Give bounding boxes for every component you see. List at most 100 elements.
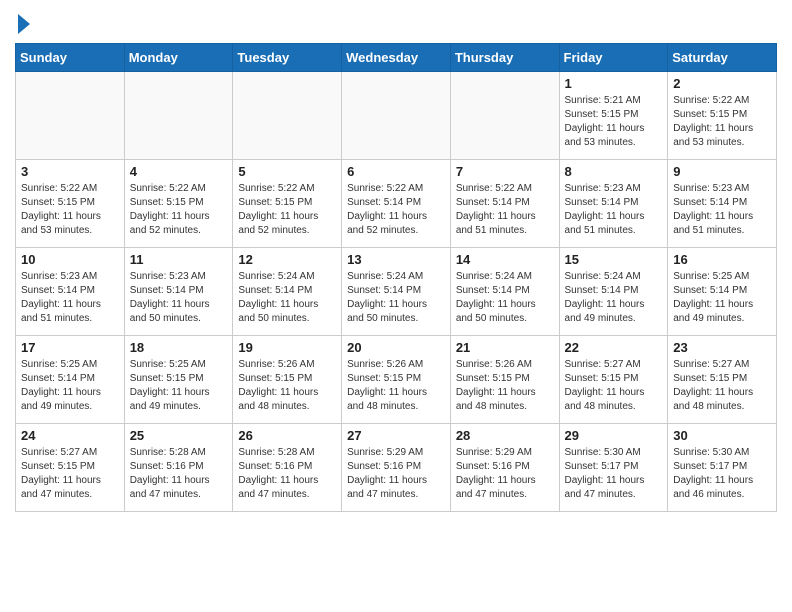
day-number: 11 [130,252,228,267]
day-info: Sunrise: 5:22 AMSunset: 5:15 PMDaylight:… [673,94,771,150]
day-number: 28 [456,428,554,443]
day-number: 19 [238,340,336,355]
day-info: Sunrise: 5:25 AMSunset: 5:14 PMDaylight:… [21,358,119,414]
day-number: 9 [673,164,771,179]
calendar-cell: 28 Sunrise: 5:29 AMSunset: 5:16 PMDayligh… [450,423,559,511]
day-number: 6 [347,164,445,179]
day-number: 23 [673,340,771,355]
calendar-cell: 18Sunrise: 5:25 AMSunset: 5:15 PMDayligh… [124,335,233,423]
calendar-cell: 14 Sunrise: 5:24 AMSunset: 5:14 PMDayligh… [450,247,559,335]
day-info: Sunrise: 5:26 AMSunset: 5:15 PMDaylight:… [456,358,554,414]
calendar-cell: 30 Sunrise: 5:30 AMSunset: 5:17 PMDayligh… [668,423,777,511]
weekday-header-tuesday: Tuesday [233,43,342,71]
day-number: 29 [565,428,663,443]
day-number: 26 [238,428,336,443]
calendar-cell: 4 Sunrise: 5:22 AMSunset: 5:15 PMDaylight… [124,159,233,247]
day-info: Sunrise: 5:23 AMSunset: 5:14 PMDaylight:… [673,182,771,238]
calendar-table: SundayMondayTuesdayWednesdayThursdayFrid… [15,43,777,512]
day-number: 16 [673,252,771,267]
day-info: Sunrise: 5:27 AMSunset: 5:15 PMDaylight:… [565,358,663,414]
logo [15,15,30,35]
day-info: Sunrise: 5:24 AMSunset: 5:14 PMDaylight:… [456,270,554,326]
day-number: 7 [456,164,554,179]
week-row-1: 1 Sunrise: 5:21 AMSunset: 5:15 PMDaylight… [16,71,777,159]
week-row-3: 10 Sunrise: 5:23 AMSunset: 5:14 PMDayligh… [16,247,777,335]
day-number: 21 [456,340,554,355]
day-number: 24 [21,428,119,443]
day-number: 25 [130,428,228,443]
day-number: 27 [347,428,445,443]
calendar-cell: 22 Sunrise: 5:27 AMSunset: 5:15 PMDayligh… [559,335,668,423]
page: SundayMondayTuesdayWednesdayThursdayFrid… [0,0,792,527]
day-info: Sunrise: 5:23 AMSunset: 5:14 PMDaylight:… [130,270,228,326]
day-info: Sunrise: 5:26 AMSunset: 5:15 PMDaylight:… [238,358,336,414]
calendar-cell: 24 Sunrise: 5:27 AMSunset: 5:15 PMDayligh… [16,423,125,511]
day-info: Sunrise: 5:23 AMSunset: 5:14 PMDaylight:… [21,270,119,326]
logo-area [15,10,30,35]
calendar-cell: 7 Sunrise: 5:22 AMSunset: 5:14 PMDaylight… [450,159,559,247]
day-info: Sunrise: 5:27 AMSunset: 5:15 PMDaylight:… [21,446,119,502]
calendar-cell [342,71,451,159]
day-number: 10 [21,252,119,267]
day-number: 30 [673,428,771,443]
calendar-cell [16,71,125,159]
weekday-header-sunday: Sunday [16,43,125,71]
day-number: 5 [238,164,336,179]
day-number: 12 [238,252,336,267]
calendar-cell [450,71,559,159]
calendar-cell: 29 Sunrise: 5:30 AMSunset: 5:17 PMDayligh… [559,423,668,511]
week-row-5: 24 Sunrise: 5:27 AMSunset: 5:15 PMDayligh… [16,423,777,511]
day-info: Sunrise: 5:22 AMSunset: 5:15 PMDaylight:… [130,182,228,238]
logo-icon [18,14,30,34]
day-info: Sunrise: 5:21 AMSunset: 5:15 PMDaylight:… [565,94,663,150]
day-number: 2 [673,76,771,91]
day-number: 22 [565,340,663,355]
day-info: Sunrise: 5:22 AMSunset: 5:14 PMDaylight:… [347,182,445,238]
day-info: Sunrise: 5:30 AMSunset: 5:17 PMDaylight:… [673,446,771,502]
header [15,10,777,35]
day-info: Sunrise: 5:25 AMSunset: 5:14 PMDaylight:… [673,270,771,326]
day-number: 20 [347,340,445,355]
day-number: 17 [21,340,119,355]
day-info: Sunrise: 5:28 AMSunset: 5:16 PMDaylight:… [130,446,228,502]
day-number: 1 [565,76,663,91]
calendar-cell: 10 Sunrise: 5:23 AMSunset: 5:14 PMDayligh… [16,247,125,335]
weekday-header-thursday: Thursday [450,43,559,71]
calendar-cell: 17 Sunrise: 5:25 AMSunset: 5:14 PMDayligh… [16,335,125,423]
week-row-4: 17 Sunrise: 5:25 AMSunset: 5:14 PMDayligh… [16,335,777,423]
weekday-header-friday: Friday [559,43,668,71]
calendar-cell: 23 Sunrise: 5:27 AMSunset: 5:15 PMDayligh… [668,335,777,423]
week-row-2: 3 Sunrise: 5:22 AMSunset: 5:15 PMDaylight… [16,159,777,247]
day-info: Sunrise: 5:29 AMSunset: 5:16 PMDaylight:… [347,446,445,502]
calendar-cell: 15Sunrise: 5:24 AMSunset: 5:14 PMDayligh… [559,247,668,335]
day-info: Sunrise: 5:27 AMSunset: 5:15 PMDaylight:… [673,358,771,414]
calendar-cell: 16 Sunrise: 5:25 AMSunset: 5:14 PMDayligh… [668,247,777,335]
calendar-cell: 26 Sunrise: 5:28 AMSunset: 5:16 PMDayligh… [233,423,342,511]
day-info: Sunrise: 5:22 AMSunset: 5:14 PMDaylight:… [456,182,554,238]
calendar-cell [233,71,342,159]
calendar-cell: 20 Sunrise: 5:26 AMSunset: 5:15 PMDayligh… [342,335,451,423]
day-number: 14 [456,252,554,267]
calendar-cell: 19 Sunrise: 5:26 AMSunset: 5:15 PMDayligh… [233,335,342,423]
day-number: 3 [21,164,119,179]
calendar-cell: 5Sunrise: 5:22 AMSunset: 5:15 PMDaylight… [233,159,342,247]
day-info: Sunrise: 5:29 AMSunset: 5:16 PMDaylight:… [456,446,554,502]
calendar-cell: 1 Sunrise: 5:21 AMSunset: 5:15 PMDaylight… [559,71,668,159]
day-number: 13 [347,252,445,267]
calendar-cell: 9 Sunrise: 5:23 AMSunset: 5:14 PMDaylight… [668,159,777,247]
day-info: Sunrise: 5:22 AMSunset: 5:15 PMDaylight:… [21,182,119,238]
day-info: Sunrise: 5:25 AMSunset: 5:15 PMDaylight:… [130,358,228,414]
weekday-header-saturday: Saturday [668,43,777,71]
day-info: Sunrise: 5:28 AMSunset: 5:16 PMDaylight:… [238,446,336,502]
day-info: Sunrise: 5:30 AMSunset: 5:17 PMDaylight:… [565,446,663,502]
day-info: Sunrise: 5:23 AMSunset: 5:14 PMDaylight:… [565,182,663,238]
calendar-cell [124,71,233,159]
day-info: Sunrise: 5:24 AMSunset: 5:14 PMDaylight:… [565,270,663,326]
weekday-header-row: SundayMondayTuesdayWednesdayThursdayFrid… [16,43,777,71]
day-number: 4 [130,164,228,179]
weekday-header-wednesday: Wednesday [342,43,451,71]
calendar-cell: 27 Sunrise: 5:29 AMSunset: 5:16 PMDayligh… [342,423,451,511]
day-info: Sunrise: 5:24 AMSunset: 5:14 PMDaylight:… [238,270,336,326]
day-info: Sunrise: 5:26 AMSunset: 5:15 PMDaylight:… [347,358,445,414]
calendar-cell: 8Sunrise: 5:23 AMSunset: 5:14 PMDaylight… [559,159,668,247]
